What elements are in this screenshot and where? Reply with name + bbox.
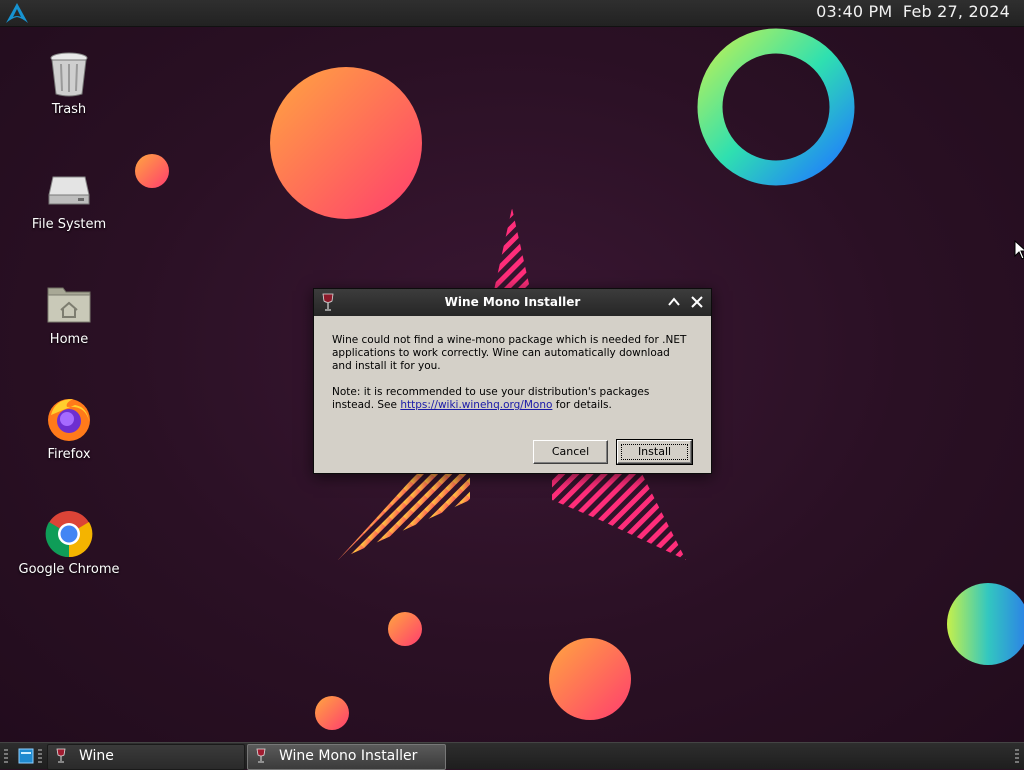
taskbar-item-wine[interactable]: Wine <box>47 744 245 770</box>
note-suffix: for details. <box>552 399 612 411</box>
dialog-titlebar[interactable]: Wine Mono Installer <box>314 289 711 316</box>
taskbar-grip[interactable] <box>38 749 42 763</box>
dialog-title: Wine Mono Installer <box>444 295 581 309</box>
mouse-cursor-icon <box>1014 240 1024 260</box>
install-button-label: Install <box>621 444 688 460</box>
desktop-icon-home[interactable]: Home <box>14 280 124 347</box>
desktop-icon-label: Trash <box>51 102 87 117</box>
show-desktop-icon[interactable] <box>18 748 34 764</box>
note-paragraph: Note: it is recommended to use your dist… <box>332 386 692 412</box>
dialog-message: Wine could not find a wine-mono package … <box>332 334 692 425</box>
desktop-icon-label: Home <box>49 332 89 347</box>
taskbar-item-label: Wine <box>79 748 114 764</box>
taskbar-item-wine-mono-installer[interactable]: Wine Mono Installer <box>247 744 446 770</box>
desktop-icon-label: File System <box>31 217 107 232</box>
message-paragraph: Wine could not find a wine-mono package … <box>332 334 687 372</box>
desktop-icon-file-system[interactable]: File System <box>14 165 124 232</box>
trash-icon <box>45 50 93 98</box>
home-folder-icon <box>45 280 93 328</box>
mono-wiki-link[interactable]: https://wiki.winehq.org/Mono <box>400 399 552 411</box>
wine-glass-icon <box>256 748 266 763</box>
desktop-icon-trash[interactable]: Trash <box>14 50 124 117</box>
chrome-icon <box>45 510 93 558</box>
arch-linux-logo[interactable] <box>6 3 28 23</box>
wine-mono-installer-dialog: Wine Mono Installer Wine could not find … <box>313 288 712 474</box>
close-icon[interactable] <box>689 294 705 310</box>
drive-icon <box>45 165 93 213</box>
desktop-icon-label: Firefox <box>47 447 91 462</box>
taskbar-grip[interactable] <box>4 749 8 763</box>
desktop-icon-google-chrome[interactable]: Google Chrome <box>14 510 124 577</box>
cancel-button[interactable]: Cancel <box>533 440 608 464</box>
wine-glass-icon <box>56 748 66 763</box>
desktop-icon-label: Google Chrome <box>18 562 120 577</box>
taskbar-grip[interactable] <box>1015 749 1019 763</box>
clock[interactable]: 03:40 PM Feb 27, 2024 <box>816 2 1010 21</box>
firefox-icon <box>45 395 93 443</box>
top-panel: 03:40 PM Feb 27, 2024 <box>0 0 1024 27</box>
taskbar: Wine Wine Mono Installer <box>0 742 1024 770</box>
maximize-icon[interactable] <box>666 294 682 310</box>
install-button[interactable]: Install <box>616 439 693 465</box>
taskbar-item-label: Wine Mono Installer <box>279 748 418 764</box>
desktop-icon-firefox[interactable]: Firefox <box>14 395 124 462</box>
